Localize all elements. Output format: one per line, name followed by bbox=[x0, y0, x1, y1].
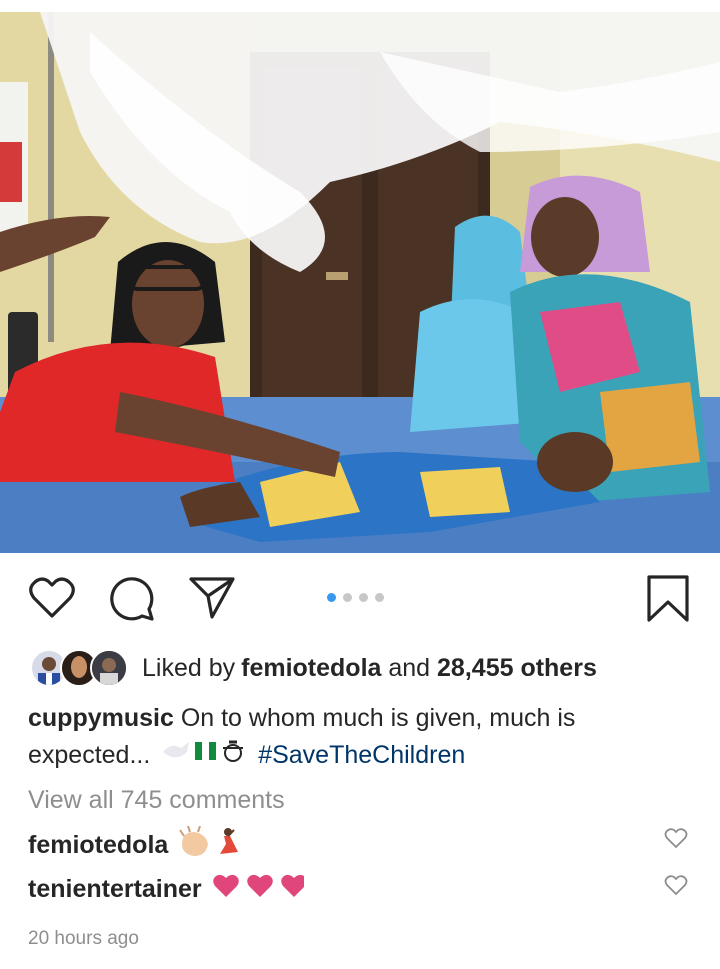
carousel-dot bbox=[343, 593, 352, 602]
bookmark-icon[interactable] bbox=[646, 574, 690, 629]
share-icon[interactable] bbox=[188, 576, 236, 625]
likes-count[interactable]: 28,455 others bbox=[437, 654, 597, 683]
post-photo[interactable] bbox=[0, 12, 720, 553]
post-caption: cuppymusic On to whom much is given, muc… bbox=[28, 700, 688, 775]
comment-emojis bbox=[178, 825, 248, 865]
carousel-indicator bbox=[327, 593, 384, 602]
post-photo-illustration bbox=[0, 12, 720, 553]
heart-icon[interactable] bbox=[28, 576, 76, 625]
carousel-dot bbox=[375, 593, 384, 602]
carousel-dot bbox=[359, 593, 368, 602]
caption-hashtag[interactable]: #SaveTheChildren bbox=[258, 741, 465, 769]
view-all-comments-link[interactable]: View all 745 comments bbox=[28, 786, 285, 815]
liked-by-prefix: Liked by bbox=[142, 653, 236, 682]
liker-avatars bbox=[30, 648, 128, 688]
comment-username[interactable]: tenientertainer bbox=[28, 875, 202, 904]
comment-like-icon[interactable] bbox=[664, 874, 688, 901]
comment-username[interactable]: femiotedola bbox=[28, 831, 168, 860]
carousel-dot-active bbox=[327, 593, 336, 602]
liked-by-user[interactable]: femiotedola bbox=[241, 654, 381, 683]
avatar bbox=[90, 649, 128, 687]
comment-row: tenientertainer bbox=[28, 873, 306, 906]
liked-by-middle: and bbox=[381, 653, 438, 682]
post-timestamp: 20 hours ago bbox=[28, 928, 139, 949]
comment-row: femiotedola bbox=[28, 825, 248, 865]
comment-icon[interactable] bbox=[108, 576, 156, 627]
comment-emojis bbox=[212, 873, 306, 906]
liked-by-row[interactable]: Liked by femiotedola and 28,455 others bbox=[30, 648, 597, 688]
caption-username[interactable]: cuppymusic bbox=[28, 704, 174, 732]
comment-like-icon[interactable] bbox=[664, 827, 688, 854]
caption-emojis bbox=[161, 738, 251, 775]
